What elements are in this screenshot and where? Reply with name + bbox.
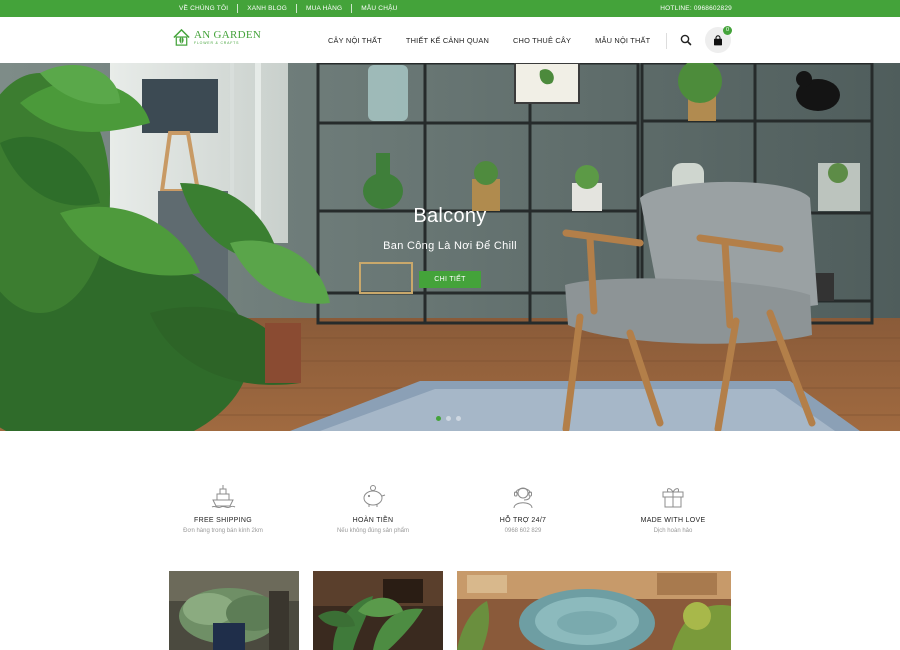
brand-name: AN GARDEN	[194, 28, 262, 41]
top-bar: VỀ CHÚNG TÔI XANH BLOG MUA HÀNG MẪU CHẬU…	[0, 0, 900, 17]
nav-item-indoor-plants[interactable]: CÂY NỘI THẤT	[316, 36, 394, 45]
category-tile[interactable]	[313, 571, 443, 650]
features-row: FREE SHIPPING Đơn hàng trong bán kính 2k…	[148, 483, 748, 543]
house-leaf-icon	[173, 28, 190, 46]
search-button[interactable]	[679, 33, 693, 47]
nav-item-plant-rental[interactable]: CHO THUÊ CÂY	[501, 36, 583, 45]
feature-free-shipping: FREE SHIPPING Đơn hàng trong bán kính 2k…	[148, 483, 298, 543]
feature-desc: Nếu không đúng sản phẩm	[336, 528, 410, 534]
hero-slider: Balcony Ban Công Là Nơi Để Chill CHI TIẾ…	[0, 63, 900, 431]
hotline: HOTLINE: 0968602829	[660, 5, 732, 12]
hero-title: Balcony	[413, 205, 487, 227]
top-link-pot-samples[interactable]: MẪU CHẬU	[351, 4, 406, 13]
main-nav: CÂY NỘI THẤT THIẾT KẾ CẢNH QUAN CHO THUÊ…	[316, 17, 662, 63]
shopping-bag-icon	[714, 34, 722, 45]
site-header: AN GARDEN FLOWER & CRAFTS CÂY NỘI THẤT T…	[0, 17, 900, 63]
top-link-blog[interactable]: XANH BLOG	[237, 4, 296, 13]
top-link-shopping[interactable]: MUA HÀNG	[295, 4, 351, 13]
feature-made-with-love: MADE WITH LOVE Dịch hoàn hảo	[598, 483, 748, 543]
feature-desc: Dịch hoàn hảo	[653, 528, 693, 534]
category-image	[313, 571, 443, 650]
header-divider	[666, 33, 667, 49]
feature-title: MADE WITH LOVE	[640, 517, 706, 524]
top-link-about[interactable]: VỀ CHÚNG TÔI	[170, 4, 237, 13]
logo[interactable]: AN GARDEN FLOWER & CRAFTS	[172, 28, 261, 47]
support-agent-icon	[513, 487, 533, 509]
feature-desc: 0968 602 829	[504, 528, 542, 534]
gift-icon	[662, 488, 684, 508]
nav-item-landscape-design[interactable]: THIẾT KẾ CẢNH QUAN	[394, 36, 501, 45]
nav-item-interior-samples[interactable]: MẪU NỘI THẤT	[583, 36, 662, 45]
brand-tagline: FLOWER & CRAFTS	[194, 40, 240, 45]
piggy-bank-icon	[363, 485, 386, 507]
feature-support: HỖ TRỢ 24/7 0968 602 829	[448, 483, 598, 543]
slider-dot[interactable]	[456, 416, 461, 421]
feature-title: FREE SHIPPING	[194, 517, 252, 524]
slider-pagination	[436, 416, 461, 421]
cart-button[interactable]: 0	[705, 26, 732, 53]
slider-dot[interactable]	[446, 416, 451, 421]
feature-title: HOÀN TIỀN	[352, 517, 394, 524]
feature-desc: Đơn hàng trong bán kính 2km	[183, 528, 263, 534]
feature-refund: HOÀN TIỀN Nếu không đúng sản phẩm	[298, 483, 448, 543]
hero-cta-button[interactable]: CHI TIẾT	[419, 271, 481, 288]
feature-title: HỖ TRỢ 24/7	[499, 517, 547, 524]
category-image	[169, 571, 299, 650]
search-icon	[680, 34, 692, 46]
ship-icon	[211, 485, 236, 509]
slider-dot[interactable]	[436, 416, 441, 421]
cart-count-badge: 0	[723, 26, 732, 35]
category-tile[interactable]	[169, 571, 299, 650]
category-tile-large[interactable]	[457, 571, 731, 650]
hero-subtitle: Ban Công Là Nơi Để Chill	[383, 240, 517, 252]
top-nav: VỀ CHÚNG TÔI XANH BLOG MUA HÀNG MẪU CHẬU	[170, 0, 407, 17]
category-image	[457, 571, 731, 650]
